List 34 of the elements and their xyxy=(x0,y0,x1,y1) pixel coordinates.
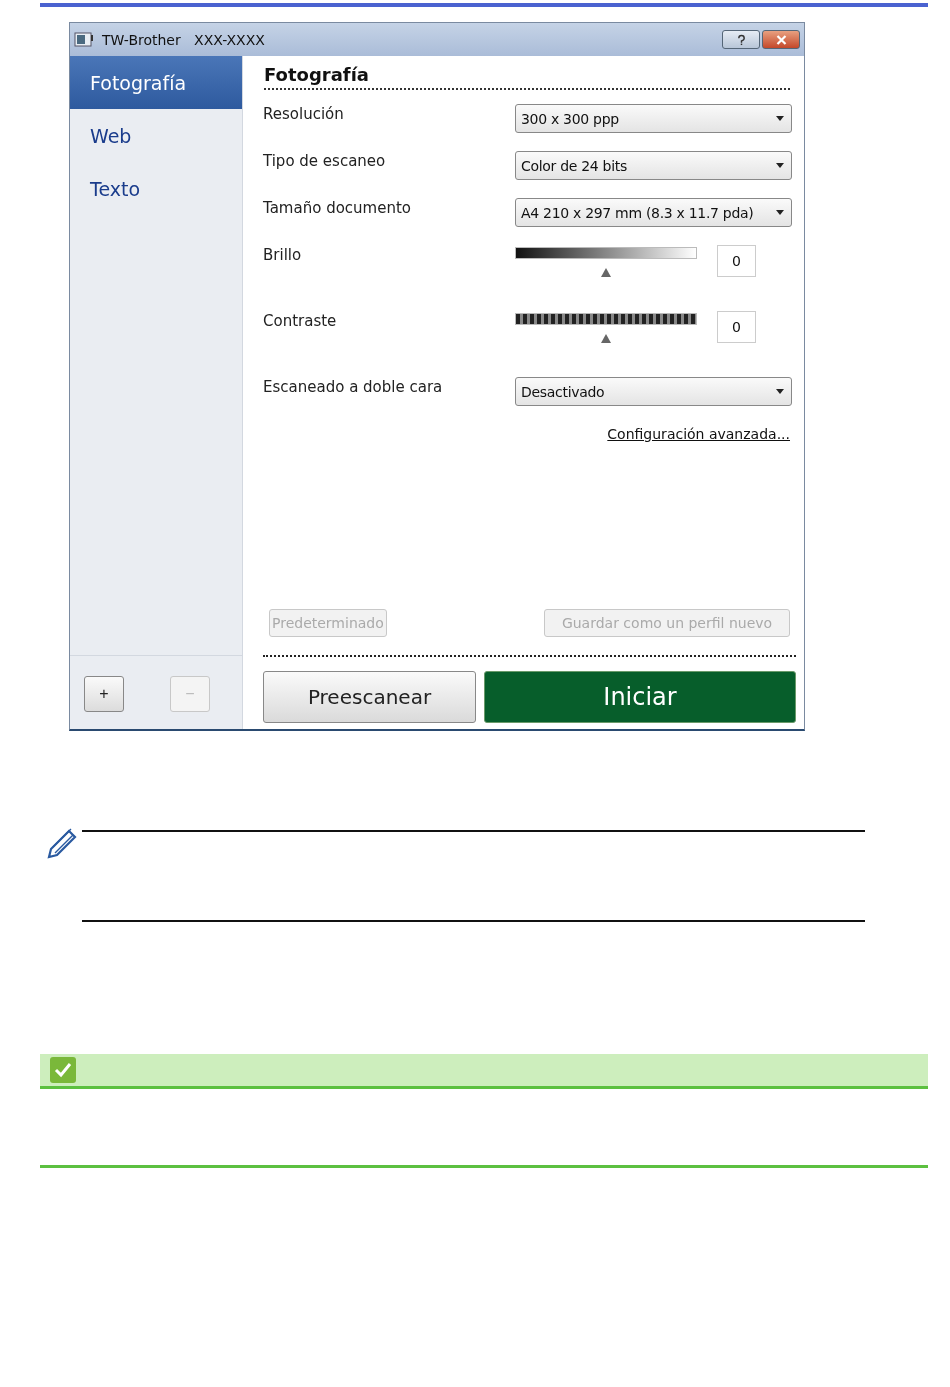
question-mark-icon xyxy=(736,33,746,46)
caret-icon xyxy=(776,163,784,168)
slider-thumb[interactable] xyxy=(601,334,611,343)
advanced-settings-link[interactable]: Configuración avanzada... xyxy=(607,426,790,442)
sidebar-item[interactable]: Web xyxy=(70,109,242,162)
dropdown[interactable]: Color de 24 bits xyxy=(515,151,792,180)
close-button[interactable] xyxy=(762,30,800,49)
value-field[interactable]: 0 xyxy=(717,245,756,277)
dropdown[interactable]: 300 x 300 ppp xyxy=(515,104,792,133)
add-button[interactable]: + xyxy=(84,676,124,712)
close-icon xyxy=(775,34,787,45)
panel-title: Fotografía xyxy=(264,64,790,90)
setting-label: Resolución xyxy=(263,104,345,123)
caret-icon xyxy=(776,116,784,121)
slider-thumb[interactable] xyxy=(601,268,611,277)
setting-label: Tipo de escaneo xyxy=(263,151,387,170)
window-icon xyxy=(74,31,94,48)
dropdown[interactable]: Desactivado xyxy=(515,377,792,406)
dropdown[interactable]: A4 210 x 297 mm (8.3 x 11.7 pda) xyxy=(515,198,792,227)
caret-icon xyxy=(776,210,784,215)
setting-label: Escaneado a doble cara xyxy=(263,377,444,396)
help-button[interactable] xyxy=(722,30,760,49)
setting-label: Tamaño documento xyxy=(263,198,412,217)
window-title: TW-Brother XXX-XXXX xyxy=(102,31,265,48)
setting-label: Contraste xyxy=(263,311,338,330)
setting-label: Brillo xyxy=(263,245,303,264)
pencil-icon xyxy=(45,827,79,859)
prescan-button[interactable]: Preescanear xyxy=(263,671,476,723)
caret-icon xyxy=(776,389,784,394)
sidebar-item[interactable]: Texto xyxy=(70,162,242,215)
value-field[interactable]: 0 xyxy=(717,311,756,343)
checkmark-icon xyxy=(50,1057,76,1083)
sidebar-item[interactable]: Fotografía xyxy=(70,56,242,109)
start-button[interactable]: Iniciar xyxy=(484,671,796,723)
